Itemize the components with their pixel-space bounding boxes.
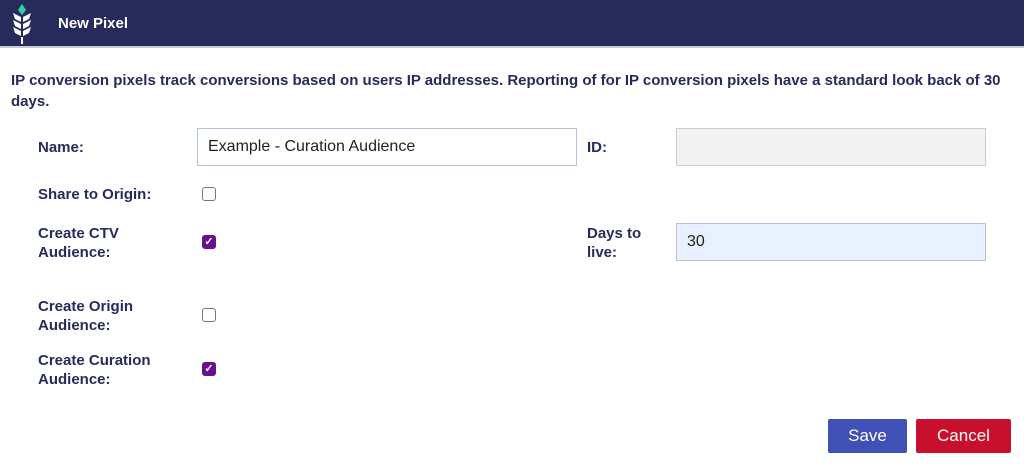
intro-text: IP conversion pixels track conversions b… [11,72,1001,110]
origin-audience-checkbox[interactable] [202,308,216,322]
dialog-title: New Pixel [58,15,129,32]
name-input[interactable]: Example - Curation Audience [197,128,577,166]
ctv-label: Create CTV Audience: [38,225,119,261]
ctv-checkbox[interactable]: ✓ [202,235,216,249]
days-label: Days to live: [587,225,642,261]
save-button[interactable]: Save [828,419,907,453]
curation-audience-label: Create Curation Audience: [38,352,151,388]
share-origin-checkbox[interactable] [202,187,216,201]
curation-audience-checkbox[interactable]: ✓ [202,362,216,376]
header: New Pixel [0,0,1024,48]
cancel-button[interactable]: Cancel [916,419,1011,453]
name-label: Name: [38,139,84,156]
id-label: ID: [587,139,607,156]
id-input[interactable] [676,128,986,166]
logo-icon [13,4,31,44]
origin-audience-label: Create Origin Audience: [38,298,134,334]
days-input[interactable]: 30 [676,223,986,261]
share-origin-label: Share to Origin: [38,186,152,203]
